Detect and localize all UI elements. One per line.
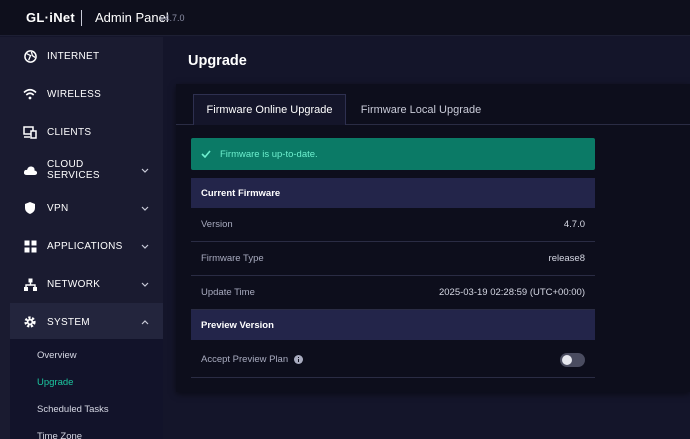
row-label: Firmware Type xyxy=(201,253,264,264)
row-label: Update Time xyxy=(201,287,255,298)
toggle-knob xyxy=(562,354,572,365)
network-icon xyxy=(22,276,38,292)
accept-preview-row: Accept Preview Plan xyxy=(191,342,595,378)
chevron-down-icon xyxy=(139,206,151,211)
sidebar-item-label: WIRELESS xyxy=(47,88,102,100)
tab-firmware-online-upgrade[interactable]: Firmware Online Upgrade xyxy=(193,94,346,125)
app-title: Admin Panel xyxy=(95,10,169,25)
submenu-item-overview[interactable]: Overview xyxy=(37,350,77,361)
app-version: v4.7.0 xyxy=(160,13,185,23)
chevron-down-icon xyxy=(139,282,151,287)
submenu-item-scheduled-tasks[interactable]: Scheduled Tasks xyxy=(37,404,109,415)
cloud-icon xyxy=(22,162,38,178)
status-alert: Firmware is up-to-date. xyxy=(191,138,595,170)
grid-icon xyxy=(22,238,38,254)
sidebar-item-internet[interactable]: INTERNET xyxy=(10,37,163,75)
row-value: release8 xyxy=(548,253,585,264)
chevron-down-icon xyxy=(139,168,151,173)
firmware-version-row: Version 4.7.0 xyxy=(191,208,595,242)
row-label: Version xyxy=(201,219,233,230)
submenu-item-time-zone[interactable]: Time Zone xyxy=(37,431,82,439)
accept-preview-label-wrap: Accept Preview Plan xyxy=(201,354,304,365)
firmware-type-row: Firmware Type release8 xyxy=(191,242,595,276)
check-icon xyxy=(201,150,211,158)
submenu-item-upgrade[interactable]: Upgrade xyxy=(37,377,73,388)
sidebar-item-network[interactable]: NETWORK xyxy=(10,265,163,303)
chevron-up-icon xyxy=(139,319,151,325)
accept-preview-toggle[interactable] xyxy=(560,352,585,367)
sidebar-item-wireless[interactable]: WIRELESS xyxy=(10,75,163,113)
sidebar-item-label: SYSTEM xyxy=(47,316,90,328)
shield-icon xyxy=(22,200,38,216)
alert-text: Firmware is up-to-date. xyxy=(220,148,318,160)
wifi-icon xyxy=(22,86,38,102)
sidebar-item-vpn[interactable]: VPN xyxy=(10,189,163,227)
sidebar-item-label: APPLICATIONS xyxy=(47,240,123,252)
sidebar-item-label: CLIENTS xyxy=(47,126,92,138)
top-header: GL·iNet Admin Panel v4.7.0 xyxy=(0,0,690,36)
sidebar-item-applications[interactable]: APPLICATIONS xyxy=(10,227,163,265)
sidebar-item-system[interactable]: SYSTEM xyxy=(10,303,163,341)
sidebar-item-label: VPN xyxy=(47,202,69,214)
header-divider xyxy=(81,10,82,26)
accept-preview-label: Accept Preview Plan xyxy=(201,354,289,365)
info-icon[interactable] xyxy=(294,355,304,364)
brand-logo[interactable]: GL·iNet xyxy=(26,10,75,25)
sidebar: INTERNET WIRELESS CLIENTS CLOUD SERVICES… xyxy=(0,37,163,439)
row-value: 2025-03-19 02:28:59 (UTC+00:00) xyxy=(438,287,585,298)
page-title: Upgrade xyxy=(188,53,247,69)
sidebar-item-label: NETWORK xyxy=(47,278,101,290)
sidebar-item-cloud-services[interactable]: CLOUD SERVICES xyxy=(10,151,163,189)
preview-version-heading: Preview Version xyxy=(191,310,595,340)
update-time-row: Update Time 2025-03-19 02:28:59 (UTC+00:… xyxy=(191,276,595,310)
devices-icon xyxy=(22,124,38,140)
current-firmware-heading: Current Firmware xyxy=(191,178,595,208)
gear-icon xyxy=(22,314,38,330)
globe-icon xyxy=(22,48,38,64)
sidebar-item-clients[interactable]: CLIENTS xyxy=(10,113,163,151)
chevron-down-icon xyxy=(139,244,151,249)
tab-firmware-local-upgrade[interactable]: Firmware Local Upgrade xyxy=(348,94,494,125)
row-value: 4.7.0 xyxy=(563,219,585,230)
system-submenu: Overview Upgrade Scheduled Tasks Time Zo… xyxy=(10,339,163,439)
sidebar-item-label: INTERNET xyxy=(47,50,100,62)
sidebar-item-label: CLOUD SERVICES xyxy=(47,159,100,181)
